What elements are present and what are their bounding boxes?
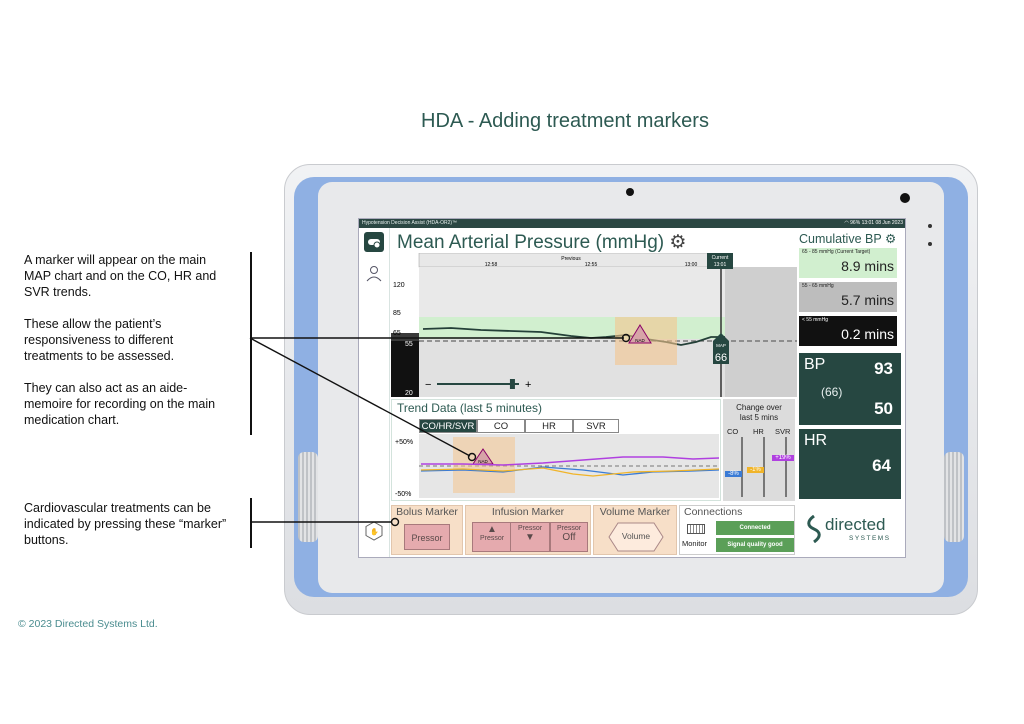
annotation-pointers	[249, 333, 631, 527]
